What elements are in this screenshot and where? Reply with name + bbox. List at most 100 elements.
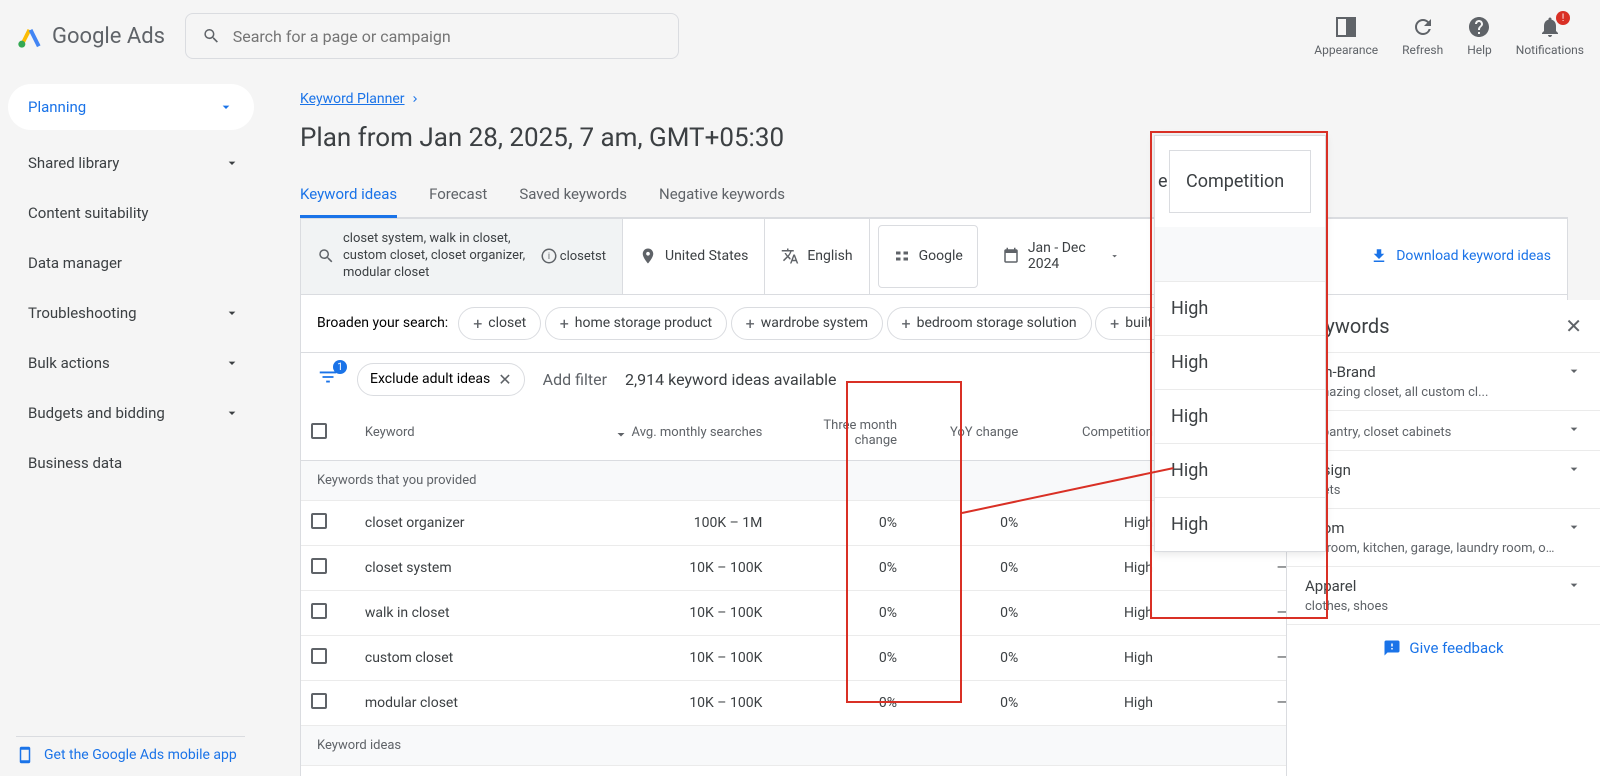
give-feedback[interactable]: Give feedback <box>1287 624 1600 671</box>
add-filter[interactable]: Add filter <box>543 370 607 389</box>
filter-funnel[interactable]: 1 <box>317 366 339 392</box>
mobile-app-link[interactable]: Get the Google Ads mobile app <box>16 746 237 764</box>
select-all-checkbox[interactable] <box>311 423 327 439</box>
refresh-button[interactable]: Refresh <box>1402 15 1443 57</box>
chevron-down-icon <box>1566 519 1582 535</box>
filter-chip-exclude-adult[interactable]: Exclude adult ideas ✕ <box>357 363 525 396</box>
appearance-button[interactable]: Appearance <box>1314 15 1378 57</box>
tabs: Keyword ideas Forecast Saved keywords Ne… <box>300 173 1568 218</box>
help-icon <box>1467 15 1491 39</box>
funnel-badge: 1 <box>333 360 347 374</box>
refine-section[interactable]: Apparelclothes, shoes <box>1287 566 1600 624</box>
info-icon: i <box>540 247 558 265</box>
zoom-header: eCompetition <box>1169 150 1311 213</box>
logo-text: Google Ads <box>52 24 165 49</box>
mobile-icon <box>16 746 34 764</box>
filter-location[interactable]: United States <box>623 219 765 294</box>
tab-negative-keywords[interactable]: Negative keywords <box>659 173 785 217</box>
download-icon <box>1370 247 1388 265</box>
tab-keyword-ideas[interactable]: Keyword ideas <box>300 173 397 218</box>
row-checkbox[interactable] <box>311 648 327 664</box>
download-keyword-ideas[interactable]: Download keyword ideas <box>1354 219 1567 294</box>
notifications-button[interactable]: ! Notifications <box>1516 15 1584 57</box>
chevron-down-icon <box>224 355 240 371</box>
zoom-row: High <box>1155 281 1325 335</box>
broaden-label: Broaden your search: <box>317 315 448 331</box>
notification-badge: ! <box>1556 11 1570 25</box>
chevron-right-icon <box>409 93 421 105</box>
sort-down-icon <box>614 426 628 440</box>
col-yoy[interactable]: YoY change <box>907 406 1028 461</box>
zoom-row: High <box>1155 443 1325 497</box>
ideas-count: 2,914 keyword ideas available <box>625 370 837 389</box>
page-title: Plan from Jan 28, 2025, 7 am, GMT+05:30 <box>300 123 1568 153</box>
row-checkbox[interactable] <box>311 558 327 574</box>
col-keyword[interactable]: Keyword <box>355 406 584 461</box>
zoom-row: High <box>1155 497 1325 551</box>
filter-keywords[interactable]: closet system, walk in closet, custom cl… <box>301 219 623 294</box>
sidebar-item-planning[interactable]: Planning <box>8 84 254 130</box>
zoom-row: High <box>1155 389 1325 443</box>
col-searches[interactable]: Avg. monthly searches <box>584 406 773 461</box>
appearance-icon <box>1334 15 1358 39</box>
chevron-down-icon <box>218 99 234 115</box>
refine-section[interactable]: Designbinets <box>1287 450 1600 508</box>
broaden-chip[interactable]: +wardrobe system <box>731 307 883 340</box>
chevron-down-icon <box>1566 577 1582 593</box>
row-checkbox[interactable] <box>311 513 327 529</box>
refine-section[interactable]: et, pantry, closet cabinets <box>1287 410 1600 450</box>
sidebar-item-content-suitability[interactable]: Content suitability <box>8 188 260 238</box>
sidebar-item-troubleshooting[interactable]: Troubleshooting <box>8 288 260 338</box>
filters-row: closet system, walk in closet, custom cl… <box>300 218 1568 295</box>
language-icon <box>781 247 799 265</box>
refine-section[interactable]: Roombedroom, kitchen, garage, laundry ro… <box>1287 508 1600 566</box>
refine-section[interactable]: Non-Brand, amazing closet, all custom cl… <box>1287 352 1600 410</box>
row-checkbox[interactable] <box>311 693 327 709</box>
top-actions: Appearance Refresh Help ! Notifications <box>1314 15 1584 57</box>
search-input[interactable] <box>233 27 662 46</box>
filter-language[interactable]: English <box>765 219 869 294</box>
row-checkbox[interactable] <box>311 603 327 619</box>
help-button[interactable]: Help <box>1467 15 1492 57</box>
tab-forecast[interactable]: Forecast <box>429 173 487 217</box>
filter-date[interactable]: Jan - Dec 2024 <box>986 219 1136 294</box>
broaden-chip[interactable]: +home storage product <box>545 307 727 340</box>
chevron-down-icon <box>1109 248 1120 264</box>
search-icon <box>317 247 335 265</box>
filter-network[interactable]: Google <box>878 225 978 288</box>
search-icon <box>202 26 221 46</box>
svg-text:i: i <box>548 252 550 262</box>
sidebar: Planning Shared libraryContent suitabili… <box>0 72 268 776</box>
logo[interactable]: Google Ads <box>16 22 165 50</box>
refine-panel: keywords ✕ Non-Brand, amazing closet, al… <box>1286 300 1600 776</box>
refresh-icon <box>1411 15 1435 39</box>
close-icon[interactable]: ✕ <box>1565 314 1582 338</box>
zoom-row: High <box>1155 335 1325 389</box>
broaden-chip[interactable]: +closet <box>458 307 541 340</box>
tab-saved-keywords[interactable]: Saved keywords <box>519 173 627 217</box>
chevron-down-icon <box>224 155 240 171</box>
network-icon <box>893 247 911 265</box>
chevron-down-icon <box>1566 363 1582 379</box>
feedback-icon <box>1383 639 1401 657</box>
sidebar-item-bulk-actions[interactable]: Bulk actions <box>8 338 260 388</box>
col-competition[interactable]: Competition <box>1028 406 1163 461</box>
close-icon[interactable]: ✕ <box>498 370 511 389</box>
chevron-down-icon <box>224 405 240 421</box>
global-search[interactable] <box>185 13 679 59</box>
sidebar-item-data-manager[interactable]: Data manager <box>8 238 260 288</box>
zoom-overlay: eCompetition HighHighHighHighHigh <box>1154 135 1326 552</box>
sidebar-item-business-data[interactable]: Business data <box>8 438 260 488</box>
chevron-down-icon <box>1566 461 1582 477</box>
breadcrumb[interactable]: Keyword Planner <box>300 91 421 107</box>
col-three-month[interactable]: Three month change <box>772 406 907 461</box>
top-header: Google Ads Appearance Refresh Help ! Not… <box>0 0 1600 72</box>
sidebar-item-budgets-and-bidding[interactable]: Budgets and bidding <box>8 388 260 438</box>
chevron-down-icon <box>1566 421 1582 437</box>
sidebar-item-shared-library[interactable]: Shared library <box>8 138 260 188</box>
location-icon <box>639 247 657 265</box>
broaden-chip[interactable]: +bedroom storage solution <box>887 307 1092 340</box>
chevron-down-icon <box>224 305 240 321</box>
google-ads-logo-icon <box>16 22 44 50</box>
calendar-icon <box>1002 247 1020 265</box>
